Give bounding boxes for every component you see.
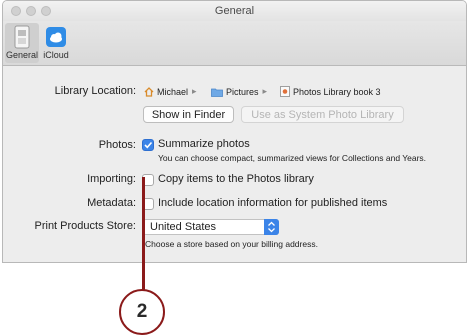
tab-general[interactable]: General (5, 23, 39, 63)
callout-leader-line (142, 177, 145, 295)
show-in-finder-button[interactable]: Show in Finder (143, 106, 234, 123)
tab-icloud-label: iCloud (43, 50, 69, 60)
library-path-breadcrumb: Michael ▸ Pictures ▸ Photos Library book… (144, 86, 464, 98)
folder-icon (211, 88, 223, 97)
metadata-label: Metadata: (87, 197, 136, 209)
breadcrumb-library-label: Photos Library book 3 (293, 86, 381, 97)
breadcrumb-pictures[interactable]: Pictures ▸ (211, 86, 267, 97)
breadcrumb-separator-icon: ▸ (262, 86, 268, 96)
tab-icloud[interactable]: iCloud (39, 23, 73, 63)
summarize-photos-checkbox[interactable] (142, 139, 154, 151)
importing-label: Importing: (87, 173, 136, 185)
checkmark-icon (144, 141, 153, 149)
general-pane: Library Location: Michael ▸ Pictures ▸ P… (3, 66, 466, 262)
title-bar: General (3, 1, 466, 21)
photos-label: Photos: (98, 139, 136, 151)
icloud-icon (46, 27, 66, 47)
photos-library-icon (280, 86, 290, 97)
breadcrumb-home[interactable]: Michael ▸ (144, 86, 197, 97)
breadcrumb-library[interactable]: Photos Library book 3 (280, 86, 381, 97)
breadcrumb-home-label: Michael (157, 86, 189, 97)
summarize-photos-help: You can choose compact, summarized views… (158, 153, 427, 163)
home-icon (144, 86, 154, 97)
print-store-selected: United States (150, 221, 217, 233)
general-switch-icon (14, 25, 30, 49)
print-store-select[interactable]: United States (143, 219, 279, 235)
callout-number-badge: 2 (119, 289, 165, 335)
copy-items-label: Copy items to the Photos library (158, 173, 314, 185)
tab-general-label: General (5, 50, 39, 60)
toolbar: General iCloud (3, 21, 466, 66)
breadcrumb-pictures-label: Pictures (226, 86, 259, 97)
use-as-system-library-button[interactable]: Use as System Photo Library (241, 106, 404, 123)
preferences-window: General General iCloud Library Location: (2, 0, 467, 263)
popup-arrows-icon (264, 219, 279, 235)
window-title: General (214, 5, 255, 17)
summarize-photos-label: Summarize photos (158, 138, 250, 150)
breadcrumb-separator-icon: ▸ (192, 86, 197, 96)
library-location-label: Library Location: (54, 85, 136, 97)
include-location-label: Include location information for publish… (158, 197, 388, 209)
print-products-store-label: Print Products Store: (34, 220, 137, 232)
print-store-help: Choose a store based on your billing add… (145, 239, 318, 249)
